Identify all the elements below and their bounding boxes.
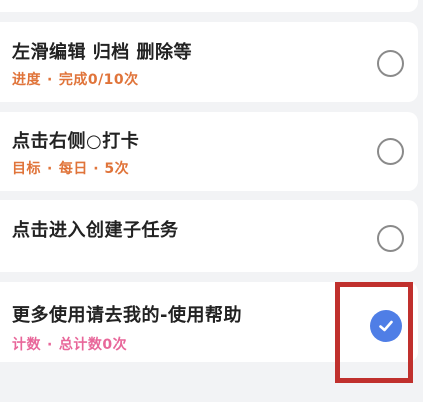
task-title: 点击右侧○打卡	[12, 131, 140, 152]
task-title: 点击进入创建子任务	[12, 220, 179, 241]
checkin-circle-button[interactable]	[377, 225, 404, 252]
task-card[interactable]: 点击右侧○打卡 目标 · 每日 · 5次	[0, 112, 418, 191]
task-progress-meta: 进度 · 完成0/10次	[12, 69, 139, 89]
meta-label: 目标	[12, 161, 41, 177]
checkin-circle-button[interactable]	[377, 138, 404, 165]
meta-label: 计数	[12, 337, 41, 353]
meta-separator: ·	[47, 161, 53, 177]
task-title: 左滑编辑 归档 删除等	[12, 42, 193, 63]
highlight-box	[335, 282, 413, 383]
meta-separator: ·	[47, 337, 53, 353]
task-card[interactable]: 点击进入创建子任务	[0, 200, 418, 272]
meta-value: 完成0/10次	[58, 72, 139, 88]
task-count-meta: 计数 · 总计数0次	[12, 334, 127, 354]
meta-value: 每日 · 5次	[58, 161, 130, 177]
previous-task-card[interactable]	[0, 0, 418, 12]
task-target-meta: 目标 · 每日 · 5次	[12, 158, 129, 178]
checkin-circle-button[interactable]	[377, 50, 404, 77]
meta-separator: ·	[47, 72, 53, 88]
meta-label: 进度	[12, 72, 41, 88]
task-title: 更多使用请去我的-使用帮助	[12, 305, 242, 326]
task-card[interactable]: 左滑编辑 归档 删除等 进度 · 完成0/10次	[0, 22, 418, 102]
meta-value: 总计数0次	[58, 337, 128, 353]
